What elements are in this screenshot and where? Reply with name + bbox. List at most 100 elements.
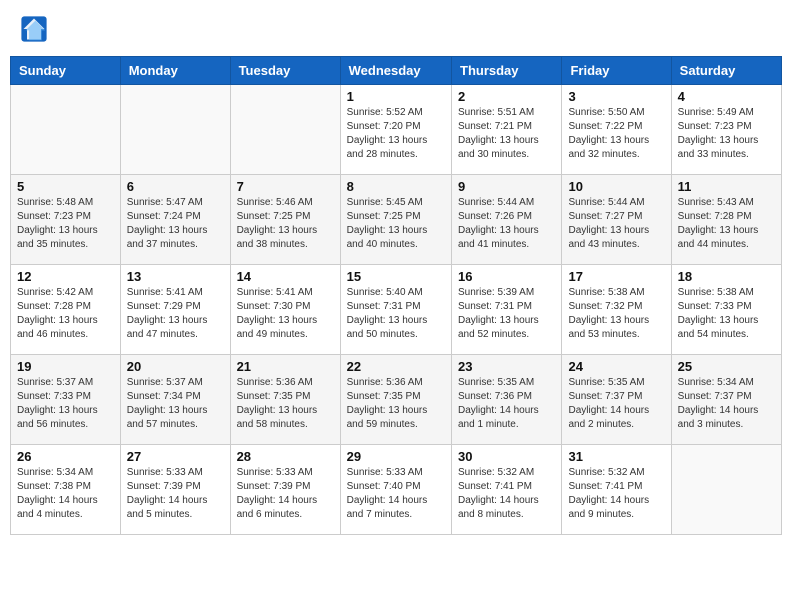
day-info: Sunrise: 5:52 AM Sunset: 7:20 PM Dayligh… [347,106,445,162]
page-header [10,10,782,48]
weekday-header-monday: Monday [120,57,230,85]
calendar-cell: 1 Sunrise: 5:52 AM Sunset: 7:20 PM Daylig… [340,85,451,175]
day-number: 12 [17,269,114,284]
day-number: 26 [17,449,114,464]
calendar-cell [11,85,121,175]
day-number: 22 [347,359,445,374]
calendar-cell: 22 Sunrise: 5:36 AM Sunset: 7:35 PM Dayli… [340,355,451,445]
day-number: 8 [347,179,445,194]
calendar-cell: 19 Sunrise: 5:37 AM Sunset: 7:33 PM Dayli… [11,355,121,445]
calendar-cell: 29 Sunrise: 5:33 AM Sunset: 7:40 PM Dayli… [340,445,451,535]
day-number: 31 [568,449,664,464]
calendar-cell: 6 Sunrise: 5:47 AM Sunset: 7:24 PM Daylig… [120,175,230,265]
calendar-cell [230,85,340,175]
day-number: 20 [127,359,224,374]
day-number: 25 [678,359,775,374]
calendar-cell: 7 Sunrise: 5:46 AM Sunset: 7:25 PM Daylig… [230,175,340,265]
day-info: Sunrise: 5:50 AM Sunset: 7:22 PM Dayligh… [568,106,664,162]
calendar-cell: 9 Sunrise: 5:44 AM Sunset: 7:26 PM Daylig… [452,175,562,265]
weekday-header-sunday: Sunday [11,57,121,85]
calendar-header-row: SundayMondayTuesdayWednesdayThursdayFrid… [11,57,782,85]
calendar-cell: 14Sunrise: 5:41 AM Sunset: 7:30 PM Dayli… [230,265,340,355]
day-number: 29 [347,449,445,464]
day-info: Sunrise: 5:43 AM Sunset: 7:28 PM Dayligh… [678,196,775,252]
logo-icon [20,15,48,43]
calendar-cell: 20 Sunrise: 5:37 AM Sunset: 7:34 PM Dayli… [120,355,230,445]
day-info: Sunrise: 5:47 AM Sunset: 7:24 PM Dayligh… [127,196,224,252]
calendar-cell: 17 Sunrise: 5:38 AM Sunset: 7:32 PM Dayli… [562,265,671,355]
day-info: Sunrise: 5:33 AM Sunset: 7:40 PM Dayligh… [347,466,445,522]
calendar-cell [671,445,781,535]
day-info: Sunrise: 5:36 AM Sunset: 7:35 PM Dayligh… [237,376,334,432]
day-number: 21 [237,359,334,374]
calendar-cell: 27Sunrise: 5:33 AM Sunset: 7:39 PM Dayli… [120,445,230,535]
day-number: 19 [17,359,114,374]
day-info: Sunrise: 5:38 AM Sunset: 7:33 PM Dayligh… [678,286,775,342]
calendar-week-row: 12 Sunrise: 5:42 AM Sunset: 7:28 PM Dayli… [11,265,782,355]
calendar-cell: 31 Sunrise: 5:32 AM Sunset: 7:41 PM Dayli… [562,445,671,535]
day-number: 17 [568,269,664,284]
day-number: 28 [237,449,334,464]
day-number: 7 [237,179,334,194]
day-number: 9 [458,179,555,194]
calendar-cell: 4 Sunrise: 5:49 AM Sunset: 7:23 PM Daylig… [671,85,781,175]
day-info: Sunrise: 5:36 AM Sunset: 7:35 PM Dayligh… [347,376,445,432]
calendar-table: SundayMondayTuesdayWednesdayThursdayFrid… [10,56,782,535]
day-info: Sunrise: 5:33 AM Sunset: 7:39 PM Dayligh… [237,466,334,522]
calendar-cell: 30 Sunrise: 5:32 AM Sunset: 7:41 PM Dayli… [452,445,562,535]
day-info: Sunrise: 5:37 AM Sunset: 7:34 PM Dayligh… [127,376,224,432]
day-number: 4 [678,89,775,104]
day-info: Sunrise: 5:42 AM Sunset: 7:28 PM Dayligh… [17,286,114,342]
calendar-cell [120,85,230,175]
calendar-cell: 13 Sunrise: 5:41 AM Sunset: 7:29 PM Dayli… [120,265,230,355]
calendar-cell: 23 Sunrise: 5:35 AM Sunset: 7:36 PM Dayli… [452,355,562,445]
day-info: Sunrise: 5:34 AM Sunset: 7:37 PM Dayligh… [678,376,775,432]
day-number: 6 [127,179,224,194]
day-info: Sunrise: 5:37 AM Sunset: 7:33 PM Dayligh… [17,376,114,432]
day-number: 11 [678,179,775,194]
day-info: Sunrise: 5:46 AM Sunset: 7:25 PM Dayligh… [237,196,334,252]
calendar-cell: 3 Sunrise: 5:50 AM Sunset: 7:22 PM Daylig… [562,85,671,175]
day-info: Sunrise: 5:41 AM Sunset: 7:29 PM Dayligh… [127,286,224,342]
day-number: 23 [458,359,555,374]
calendar-cell: 18 Sunrise: 5:38 AM Sunset: 7:33 PM Dayli… [671,265,781,355]
calendar-cell: 28 Sunrise: 5:33 AM Sunset: 7:39 PM Dayli… [230,445,340,535]
calendar-cell: 8 Sunrise: 5:45 AM Sunset: 7:25 PM Daylig… [340,175,451,265]
calendar-cell: 10Sunrise: 5:44 AM Sunset: 7:27 PM Dayli… [562,175,671,265]
calendar-cell: 5Sunrise: 5:48 AM Sunset: 7:23 PM Daylig… [11,175,121,265]
day-info: Sunrise: 5:38 AM Sunset: 7:32 PM Dayligh… [568,286,664,342]
day-info: Sunrise: 5:45 AM Sunset: 7:25 PM Dayligh… [347,196,445,252]
day-number: 3 [568,89,664,104]
day-info: Sunrise: 5:35 AM Sunset: 7:36 PM Dayligh… [458,376,555,432]
weekday-header-tuesday: Tuesday [230,57,340,85]
day-info: Sunrise: 5:48 AM Sunset: 7:23 PM Dayligh… [17,196,114,252]
day-number: 30 [458,449,555,464]
calendar-cell: 15Sunrise: 5:40 AM Sunset: 7:31 PM Dayli… [340,265,451,355]
day-info: Sunrise: 5:33 AM Sunset: 7:39 PM Dayligh… [127,466,224,522]
calendar-cell: 11 Sunrise: 5:43 AM Sunset: 7:28 PM Dayli… [671,175,781,265]
day-info: Sunrise: 5:49 AM Sunset: 7:23 PM Dayligh… [678,106,775,162]
calendar-cell: 21 Sunrise: 5:36 AM Sunset: 7:35 PM Dayli… [230,355,340,445]
day-number: 16 [458,269,555,284]
day-number: 18 [678,269,775,284]
logo [20,15,50,43]
day-info: Sunrise: 5:35 AM Sunset: 7:37 PM Dayligh… [568,376,664,432]
calendar-week-row: 5Sunrise: 5:48 AM Sunset: 7:23 PM Daylig… [11,175,782,265]
calendar-week-row: 1 Sunrise: 5:52 AM Sunset: 7:20 PM Daylig… [11,85,782,175]
day-info: Sunrise: 5:39 AM Sunset: 7:31 PM Dayligh… [458,286,555,342]
day-number: 1 [347,89,445,104]
day-info: Sunrise: 5:51 AM Sunset: 7:21 PM Dayligh… [458,106,555,162]
day-info: Sunrise: 5:32 AM Sunset: 7:41 PM Dayligh… [458,466,555,522]
calendar-cell: 25 Sunrise: 5:34 AM Sunset: 7:37 PM Dayli… [671,355,781,445]
weekday-header-saturday: Saturday [671,57,781,85]
calendar-cell: 12 Sunrise: 5:42 AM Sunset: 7:28 PM Dayli… [11,265,121,355]
day-info: Sunrise: 5:41 AM Sunset: 7:30 PM Dayligh… [237,286,334,342]
calendar-cell: 24Sunrise: 5:35 AM Sunset: 7:37 PM Dayli… [562,355,671,445]
calendar-cell: 2 Sunrise: 5:51 AM Sunset: 7:21 PM Daylig… [452,85,562,175]
day-info: Sunrise: 5:32 AM Sunset: 7:41 PM Dayligh… [568,466,664,522]
calendar-cell: 16 Sunrise: 5:39 AM Sunset: 7:31 PM Dayli… [452,265,562,355]
day-info: Sunrise: 5:44 AM Sunset: 7:26 PM Dayligh… [458,196,555,252]
day-number: 13 [127,269,224,284]
day-number: 2 [458,89,555,104]
weekday-header-thursday: Thursday [452,57,562,85]
